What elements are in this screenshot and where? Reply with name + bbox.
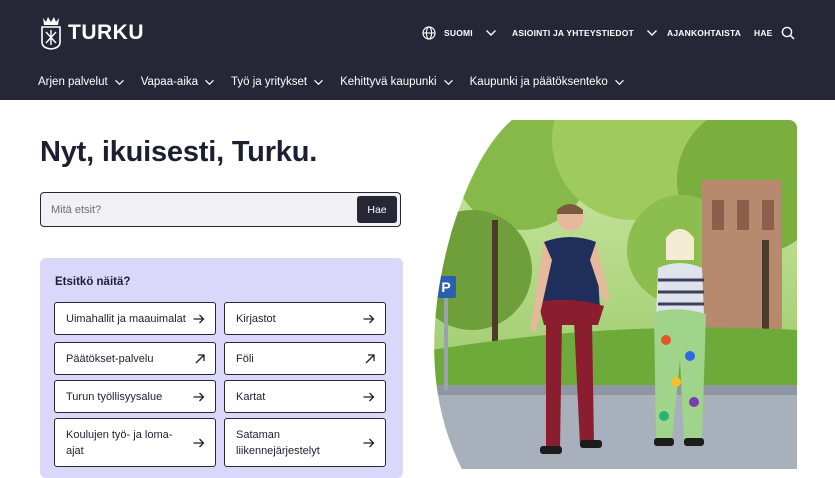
chevron-down-icon bbox=[205, 79, 214, 85]
suggestions-panel: Etsitkö näitä? Uimahallit ja maauimalat … bbox=[40, 258, 403, 478]
services-contact-label: ASIOINTI JA YHTEYSTIEDOT bbox=[512, 28, 634, 38]
nav-label: Vapaa-aika bbox=[140, 76, 199, 88]
hero-image: P bbox=[432, 120, 797, 469]
nav-item-tyo-ja-yritykset[interactable]: Työ ja yritykset bbox=[231, 76, 324, 88]
globe-icon bbox=[422, 26, 436, 40]
header-search-label: HAE bbox=[754, 28, 773, 38]
arrow-right-icon bbox=[193, 314, 205, 324]
search-form: Hae bbox=[40, 192, 401, 227]
search-icon bbox=[781, 26, 795, 40]
language-selector[interactable]: SUOMI bbox=[422, 24, 497, 42]
suggestion-label: Föli bbox=[236, 352, 254, 365]
suggestion-link-kirjastot[interactable]: Kirjastot bbox=[224, 302, 386, 335]
chevron-down-icon bbox=[443, 79, 453, 85]
suggestion-link-kartat[interactable]: Kartat bbox=[224, 380, 386, 413]
suggestion-link-koulujen-tyo-ja-loma-ajat[interactable]: Koulujen työ- ja loma-ajat bbox=[54, 418, 216, 467]
nav-item-kaupunki-ja-paatoksenteko[interactable]: Kaupunki ja päätöksenteko bbox=[470, 76, 625, 88]
chevron-down-icon bbox=[614, 79, 624, 85]
nav-label: Arjen palvelut bbox=[38, 76, 108, 88]
suggestion-link-paatokset-palvelu[interactable]: Päätökset-palvelu bbox=[54, 342, 216, 375]
language-label: SUOMI bbox=[444, 28, 473, 38]
nav-label: Kehittyvä kaupunki bbox=[340, 76, 437, 88]
search-input[interactable] bbox=[51, 201, 341, 219]
coat-of-arms-icon bbox=[41, 17, 61, 50]
chevron-down-icon bbox=[114, 79, 124, 85]
turku-logo[interactable]: TURKU bbox=[40, 16, 144, 50]
nav-item-kehittyva-kaupunki[interactable]: Kehittyvä kaupunki bbox=[340, 76, 454, 88]
suggestions-title: Etsitkö näitä? bbox=[55, 276, 131, 288]
suggestion-label: Uimahallit ja maauimalat bbox=[66, 312, 186, 325]
suggestion-link-sataman-liikennejarjestelyt[interactable]: Sataman liikennejärjestelyt bbox=[224, 418, 386, 467]
arrow-right-icon bbox=[363, 438, 375, 448]
chevron-down-icon bbox=[485, 30, 496, 36]
chevron-down-icon bbox=[314, 79, 323, 85]
header-search-button[interactable]: HAE bbox=[754, 24, 795, 42]
nav-item-vapaa-aika[interactable]: Vapaa-aika bbox=[141, 76, 215, 88]
svg-text:P: P bbox=[441, 279, 450, 295]
suggestion-link-tyollisyysalue[interactable]: Turun työllisyysalue bbox=[54, 380, 216, 413]
site-header: TURKU SUOMI ASIOINTI JA YHTEYSTIEDOT AJA… bbox=[0, 0, 835, 100]
suggestion-label: Kartat bbox=[236, 390, 266, 403]
current-news-link[interactable]: AJANKOHTAISTA bbox=[667, 24, 741, 42]
suggestion-label: Kirjastot bbox=[236, 312, 276, 325]
search-button[interactable]: Hae bbox=[357, 196, 397, 223]
suggestion-label: Turun työllisyysalue bbox=[66, 390, 163, 403]
suggestion-label: Päätökset-palvelu bbox=[66, 352, 154, 365]
main-navigation: Arjen palvelut Vapaa-aika Työ ja yrityks… bbox=[38, 76, 625, 88]
nav-label: Työ ja yritykset bbox=[231, 76, 308, 88]
external-link-icon bbox=[195, 353, 205, 364]
arrow-right-icon bbox=[363, 392, 375, 402]
arrow-right-icon bbox=[193, 438, 205, 448]
current-news-label: AJANKOHTAISTA bbox=[667, 28, 742, 38]
arrow-right-icon bbox=[363, 314, 375, 324]
suggestion-link-uimahallit[interactable]: Uimahallit ja maauimalat bbox=[54, 302, 216, 335]
arrow-right-icon bbox=[193, 392, 205, 402]
page-title: Nyt, ikuisesti, Turku. bbox=[40, 136, 318, 168]
nav-item-arjen-palvelut[interactable]: Arjen palvelut bbox=[38, 76, 125, 88]
suggestion-label: Sataman liikennejärjestelyt bbox=[236, 428, 320, 457]
chevron-down-icon bbox=[646, 30, 657, 36]
suggestion-label: Koulujen työ- ja loma-ajat bbox=[66, 428, 173, 457]
nav-label: Kaupunki ja päätöksenteko bbox=[469, 76, 608, 88]
external-link-icon bbox=[365, 353, 375, 364]
suggestion-link-foli[interactable]: Föli bbox=[224, 342, 386, 375]
logo-text: TURKU bbox=[68, 21, 144, 44]
services-contact-menu[interactable]: ASIOINTI JA YHTEYSTIEDOT bbox=[512, 24, 658, 42]
